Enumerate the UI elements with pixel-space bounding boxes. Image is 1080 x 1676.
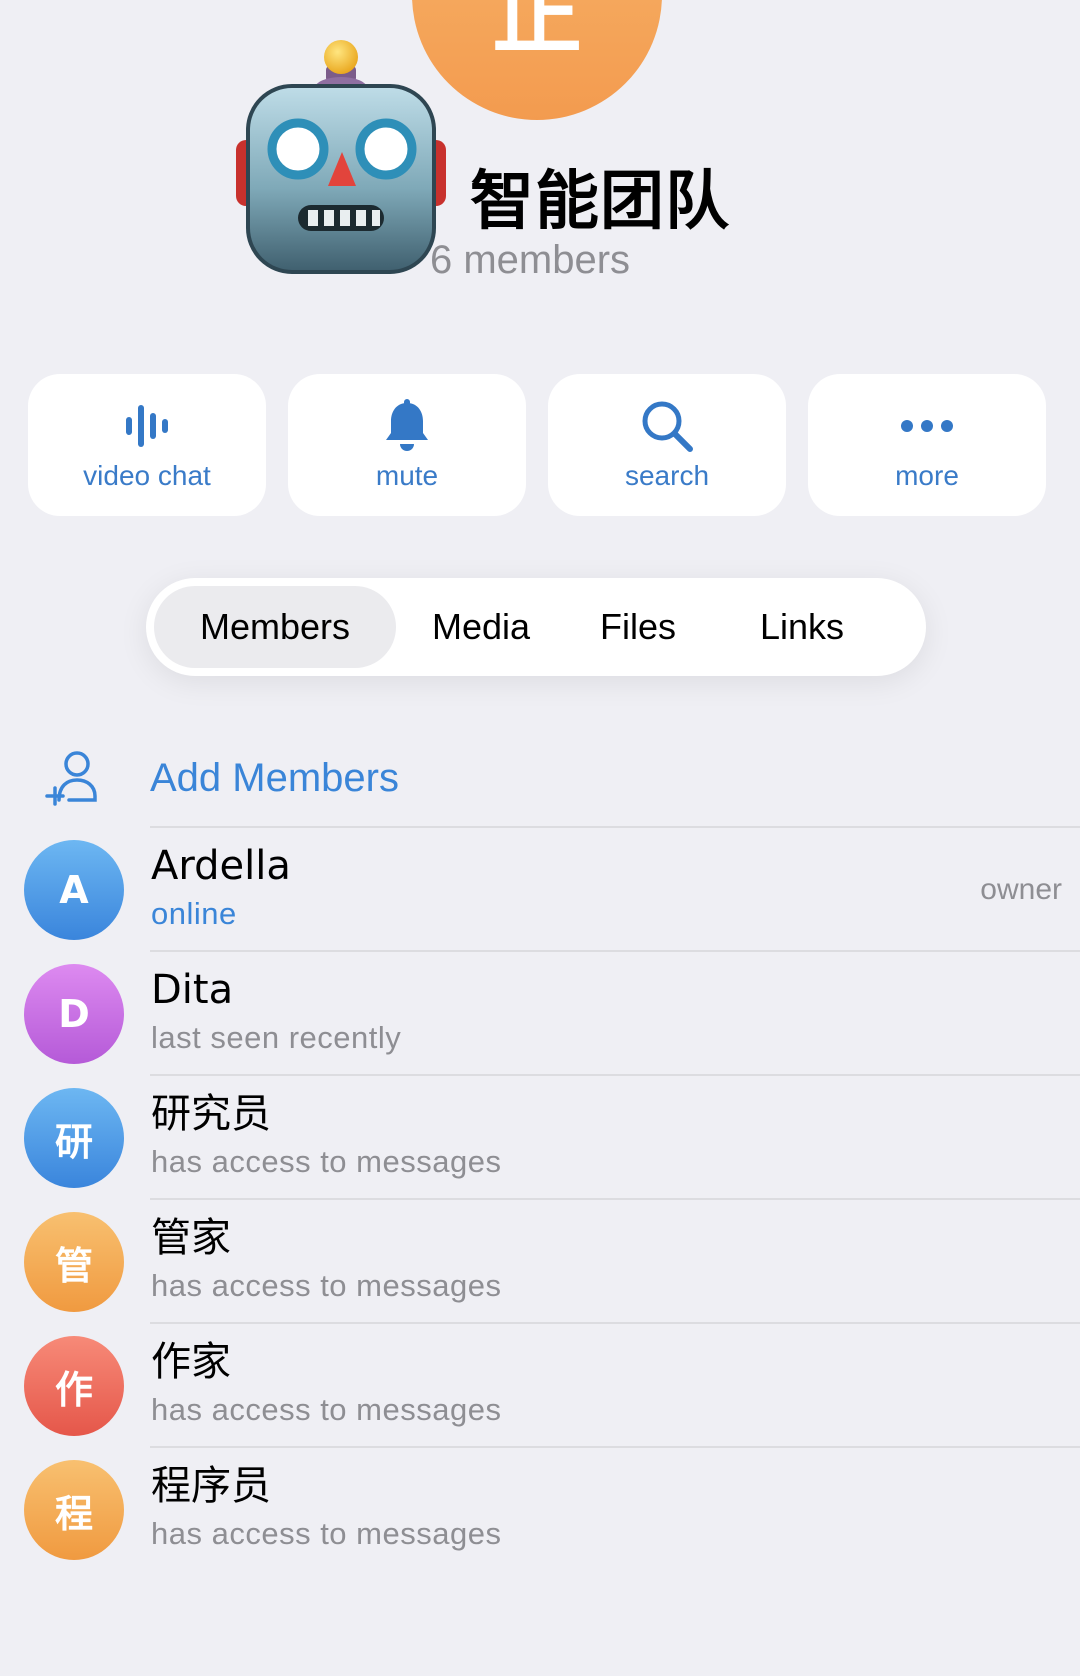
member-row[interactable]: D Dita last seen recently <box>0 952 1080 1076</box>
more-dots-icon <box>899 398 955 454</box>
member-status: last seen recently <box>151 1020 402 1055</box>
tab-links[interactable]: Links <box>720 586 884 668</box>
action-bar: video chat mute search more <box>28 374 1046 516</box>
member-name: 管家 <box>151 1215 231 1261</box>
video-chat-button[interactable]: video chat <box>28 374 266 516</box>
tab-media[interactable]: Media <box>406 586 556 668</box>
avatar: A <box>24 840 124 940</box>
member-row[interactable]: 程 程序员 has access to messages <box>0 1448 1080 1572</box>
member-name: Ardella <box>151 843 291 889</box>
voice-chat-icon <box>122 398 172 454</box>
member-name: 程序员 <box>151 1463 271 1509</box>
group-avatar-letter: 正 <box>492 0 582 65</box>
search-label: search <box>624 460 710 491</box>
mute-label: mute <box>375 460 439 491</box>
member-name: Dita <box>151 967 234 1013</box>
member-row[interactable]: 作 作家 has access to messages <box>0 1324 1080 1448</box>
member-name: 研究员 <box>151 1091 271 1137</box>
add-members-label: Add Members <box>150 755 399 800</box>
member-row[interactable]: A Ardella online owner <box>0 828 1080 952</box>
more-button[interactable]: more <box>808 374 1046 516</box>
member-row[interactable]: 研 研究员 has access to messages <box>0 1076 1080 1200</box>
member-role-badge: owner <box>980 873 1062 906</box>
avatar: 作 <box>24 1336 124 1436</box>
group-member-count: 6 members <box>430 238 631 282</box>
add-person-icon <box>0 746 150 810</box>
avatar: D <box>24 964 124 1064</box>
member-status: has access to messages <box>151 1144 502 1179</box>
member-status: has access to messages <box>151 1392 502 1427</box>
member-status: has access to messages <box>151 1516 502 1551</box>
group-title: 智能团队 <box>470 165 730 239</box>
mute-button[interactable]: mute <box>288 374 526 516</box>
section-tabs: Members Media Files Links <box>146 578 926 676</box>
more-label: more <box>895 460 959 491</box>
tab-members[interactable]: Members <box>154 586 396 668</box>
avatar: 管 <box>24 1212 124 1312</box>
search-button[interactable]: search <box>548 374 786 516</box>
bell-icon <box>382 398 432 454</box>
avatar: 程 <box>24 1460 124 1560</box>
tab-files[interactable]: Files <box>556 586 720 668</box>
search-icon <box>640 398 694 454</box>
member-row[interactable]: 管 管家 has access to messages <box>0 1200 1080 1324</box>
add-members-row[interactable]: Add Members <box>0 730 1080 826</box>
member-name: 作家 <box>151 1339 231 1385</box>
member-status: online <box>151 896 237 931</box>
avatar: 研 <box>24 1088 124 1188</box>
video-chat-label: video chat <box>83 460 211 491</box>
member-status: has access to messages <box>151 1268 502 1303</box>
